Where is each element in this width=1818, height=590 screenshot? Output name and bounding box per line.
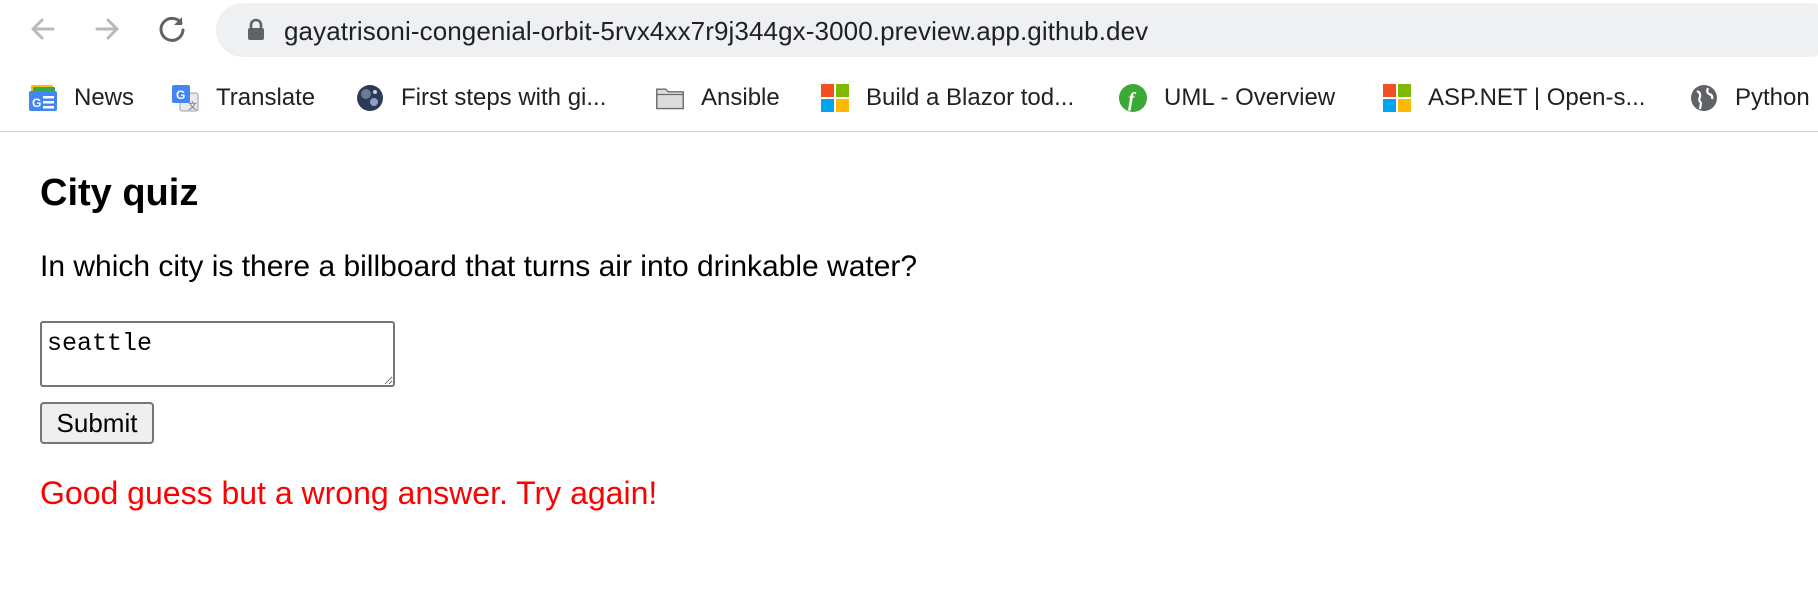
svg-text:G: G <box>32 96 41 110</box>
bookmark-python[interactable]: Python <box>1689 78 1810 118</box>
bookmark-label: First steps with gi... <box>401 84 607 111</box>
bookmark-label: ASP.NET | Open-s... <box>1428 84 1646 111</box>
bookmark-ansible[interactable]: Ansible <box>655 78 780 118</box>
globe-avatar-icon <box>355 83 385 113</box>
back-button[interactable] <box>23 9 63 49</box>
page-content: City quiz In which city is there a billb… <box>0 132 1818 590</box>
svg-text:G: G <box>176 88 185 102</box>
microsoft-logo-icon <box>820 83 850 113</box>
bookmark-label: Ansible <box>701 84 780 111</box>
svg-text:文: 文 <box>188 100 197 111</box>
url-text: gayatrisoni-congenial-orbit-5rvx4xx7r9j3… <box>284 16 1149 46</box>
bookmark-translate[interactable]: G 文 Translate <box>170 78 315 118</box>
arrow-left-icon <box>31 18 55 40</box>
microsoft-logo-icon <box>1382 83 1412 113</box>
forward-button[interactable] <box>87 9 127 49</box>
google-translate-icon: G 文 <box>170 83 200 113</box>
bookmark-label: Build a Blazor tod... <box>866 84 1075 111</box>
answer-textarea[interactable]: seattle <box>40 321 395 387</box>
bookmark-label: Translate <box>216 84 316 111</box>
bookmarks-bar: G News G 文 Translate First steps with gi… <box>0 78 1818 118</box>
reload-icon <box>159 16 185 42</box>
quiz-question: In which city is there a billboard that … <box>40 250 918 283</box>
reload-button[interactable] <box>152 9 192 49</box>
browser-chrome: gayatrisoni-congenial-orbit-5rvx4xx7r9j3… <box>0 0 1818 132</box>
page-title: City quiz <box>40 172 199 214</box>
folder-icon <box>655 83 685 113</box>
address-bar[interactable]: gayatrisoni-congenial-orbit-5rvx4xx7r9j3… <box>216 3 1818 57</box>
google-news-icon: G <box>28 83 58 113</box>
submit-button[interactable]: Submit <box>40 402 154 444</box>
bookmark-blazor[interactable]: Build a Blazor tod... <box>820 78 1074 118</box>
lock-icon <box>248 18 264 40</box>
feedback-message: Good guess but a wrong answer. Try again… <box>40 475 658 511</box>
bookmark-label: Python <box>1735 84 1810 111</box>
bookmark-label: UML - Overview <box>1164 84 1336 111</box>
bookmark-first-steps[interactable]: First steps with gi... <box>355 78 606 118</box>
bookmark-label: News <box>74 84 135 111</box>
bookmark-uml[interactable]: f UML - Overview <box>1118 78 1335 118</box>
bookmark-aspnet[interactable]: ASP.NET | Open-s... <box>1382 78 1645 118</box>
uml-green-icon: f <box>1118 83 1148 113</box>
globe-icon <box>1689 83 1719 113</box>
arrow-right-icon <box>95 18 119 40</box>
bookmark-news[interactable]: G News <box>28 78 134 118</box>
